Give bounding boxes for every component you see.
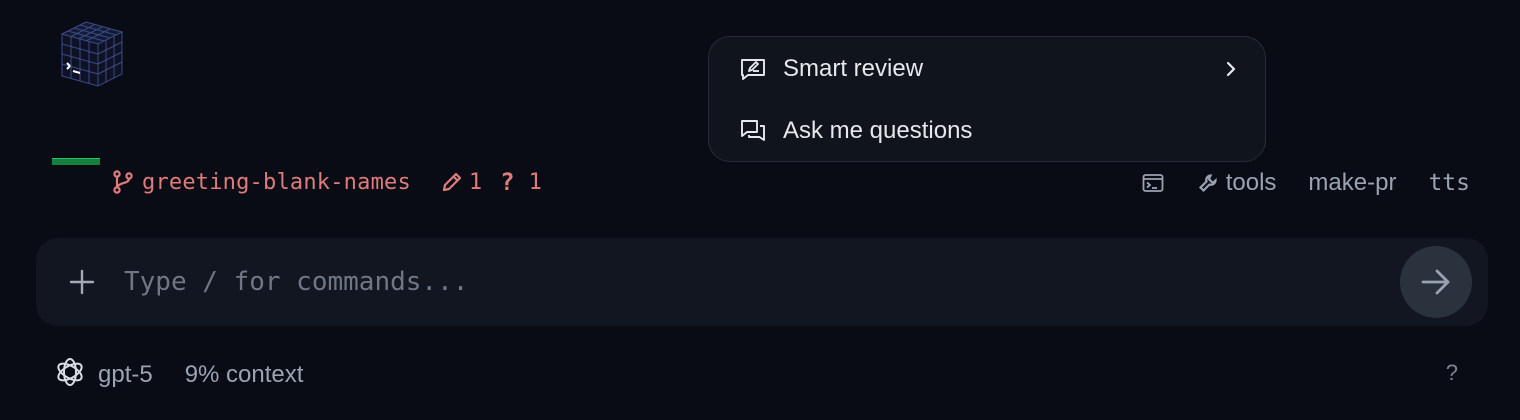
model-selector[interactable]: gpt-5 [98, 361, 153, 389]
action-popup-menu: Smart review Ask me questions [708, 36, 1266, 162]
send-button[interactable] [1400, 246, 1472, 318]
tools-button[interactable]: tools [1198, 169, 1277, 197]
make-pr-button[interactable]: make-pr [1308, 169, 1396, 197]
edits-count-badge[interactable]: 1 [441, 170, 482, 195]
git-branch-icon [112, 170, 134, 194]
context-usage: 9% context [184, 361, 304, 388]
plus-icon [69, 269, 95, 295]
review-edit-icon [739, 55, 767, 83]
session-progress-indicator [52, 158, 100, 165]
add-attachment-button[interactable] [60, 260, 104, 304]
edits-count: 1 [468, 169, 483, 195]
terminal-button[interactable] [1142, 173, 1164, 193]
openai-logo-icon[interactable] [52, 354, 88, 397]
menu-item-label: Smart review [783, 55, 924, 82]
tools-label: tools [1225, 169, 1277, 196]
help-button[interactable]: ? [1446, 360, 1458, 386]
question-icon: ? [500, 168, 515, 196]
menu-item-ask-me-questions[interactable]: Ask me questions [739, 111, 1237, 151]
chevron-right-icon [1225, 61, 1237, 77]
arrow-right-icon [1421, 269, 1450, 295]
command-input[interactable] [122, 258, 1366, 306]
wrench-icon [1198, 174, 1217, 193]
app-root: greeting-blank-names 1 ? 1 tools make-pr… [0, 0, 1520, 420]
chat-bubbles-icon [739, 117, 767, 145]
questions-count-badge[interactable]: ? 1 [500, 168, 542, 196]
branch-info-row: greeting-blank-names 1 ? 1 [112, 166, 542, 198]
composer-toolbar: tools make-pr tts [1142, 166, 1470, 200]
terminal-icon [1142, 174, 1164, 192]
app-logo [56, 18, 128, 90]
tts-button[interactable]: tts [1428, 170, 1470, 196]
branch-name[interactable]: greeting-blank-names [142, 170, 411, 195]
menu-item-smart-review[interactable]: Smart review [739, 49, 1237, 89]
pencil-icon [441, 171, 463, 193]
questions-count: 1 [528, 169, 542, 195]
command-composer [36, 238, 1488, 326]
status-footer: gpt-5 9% context [52, 356, 303, 394]
menu-item-label: Ask me questions [783, 117, 973, 144]
